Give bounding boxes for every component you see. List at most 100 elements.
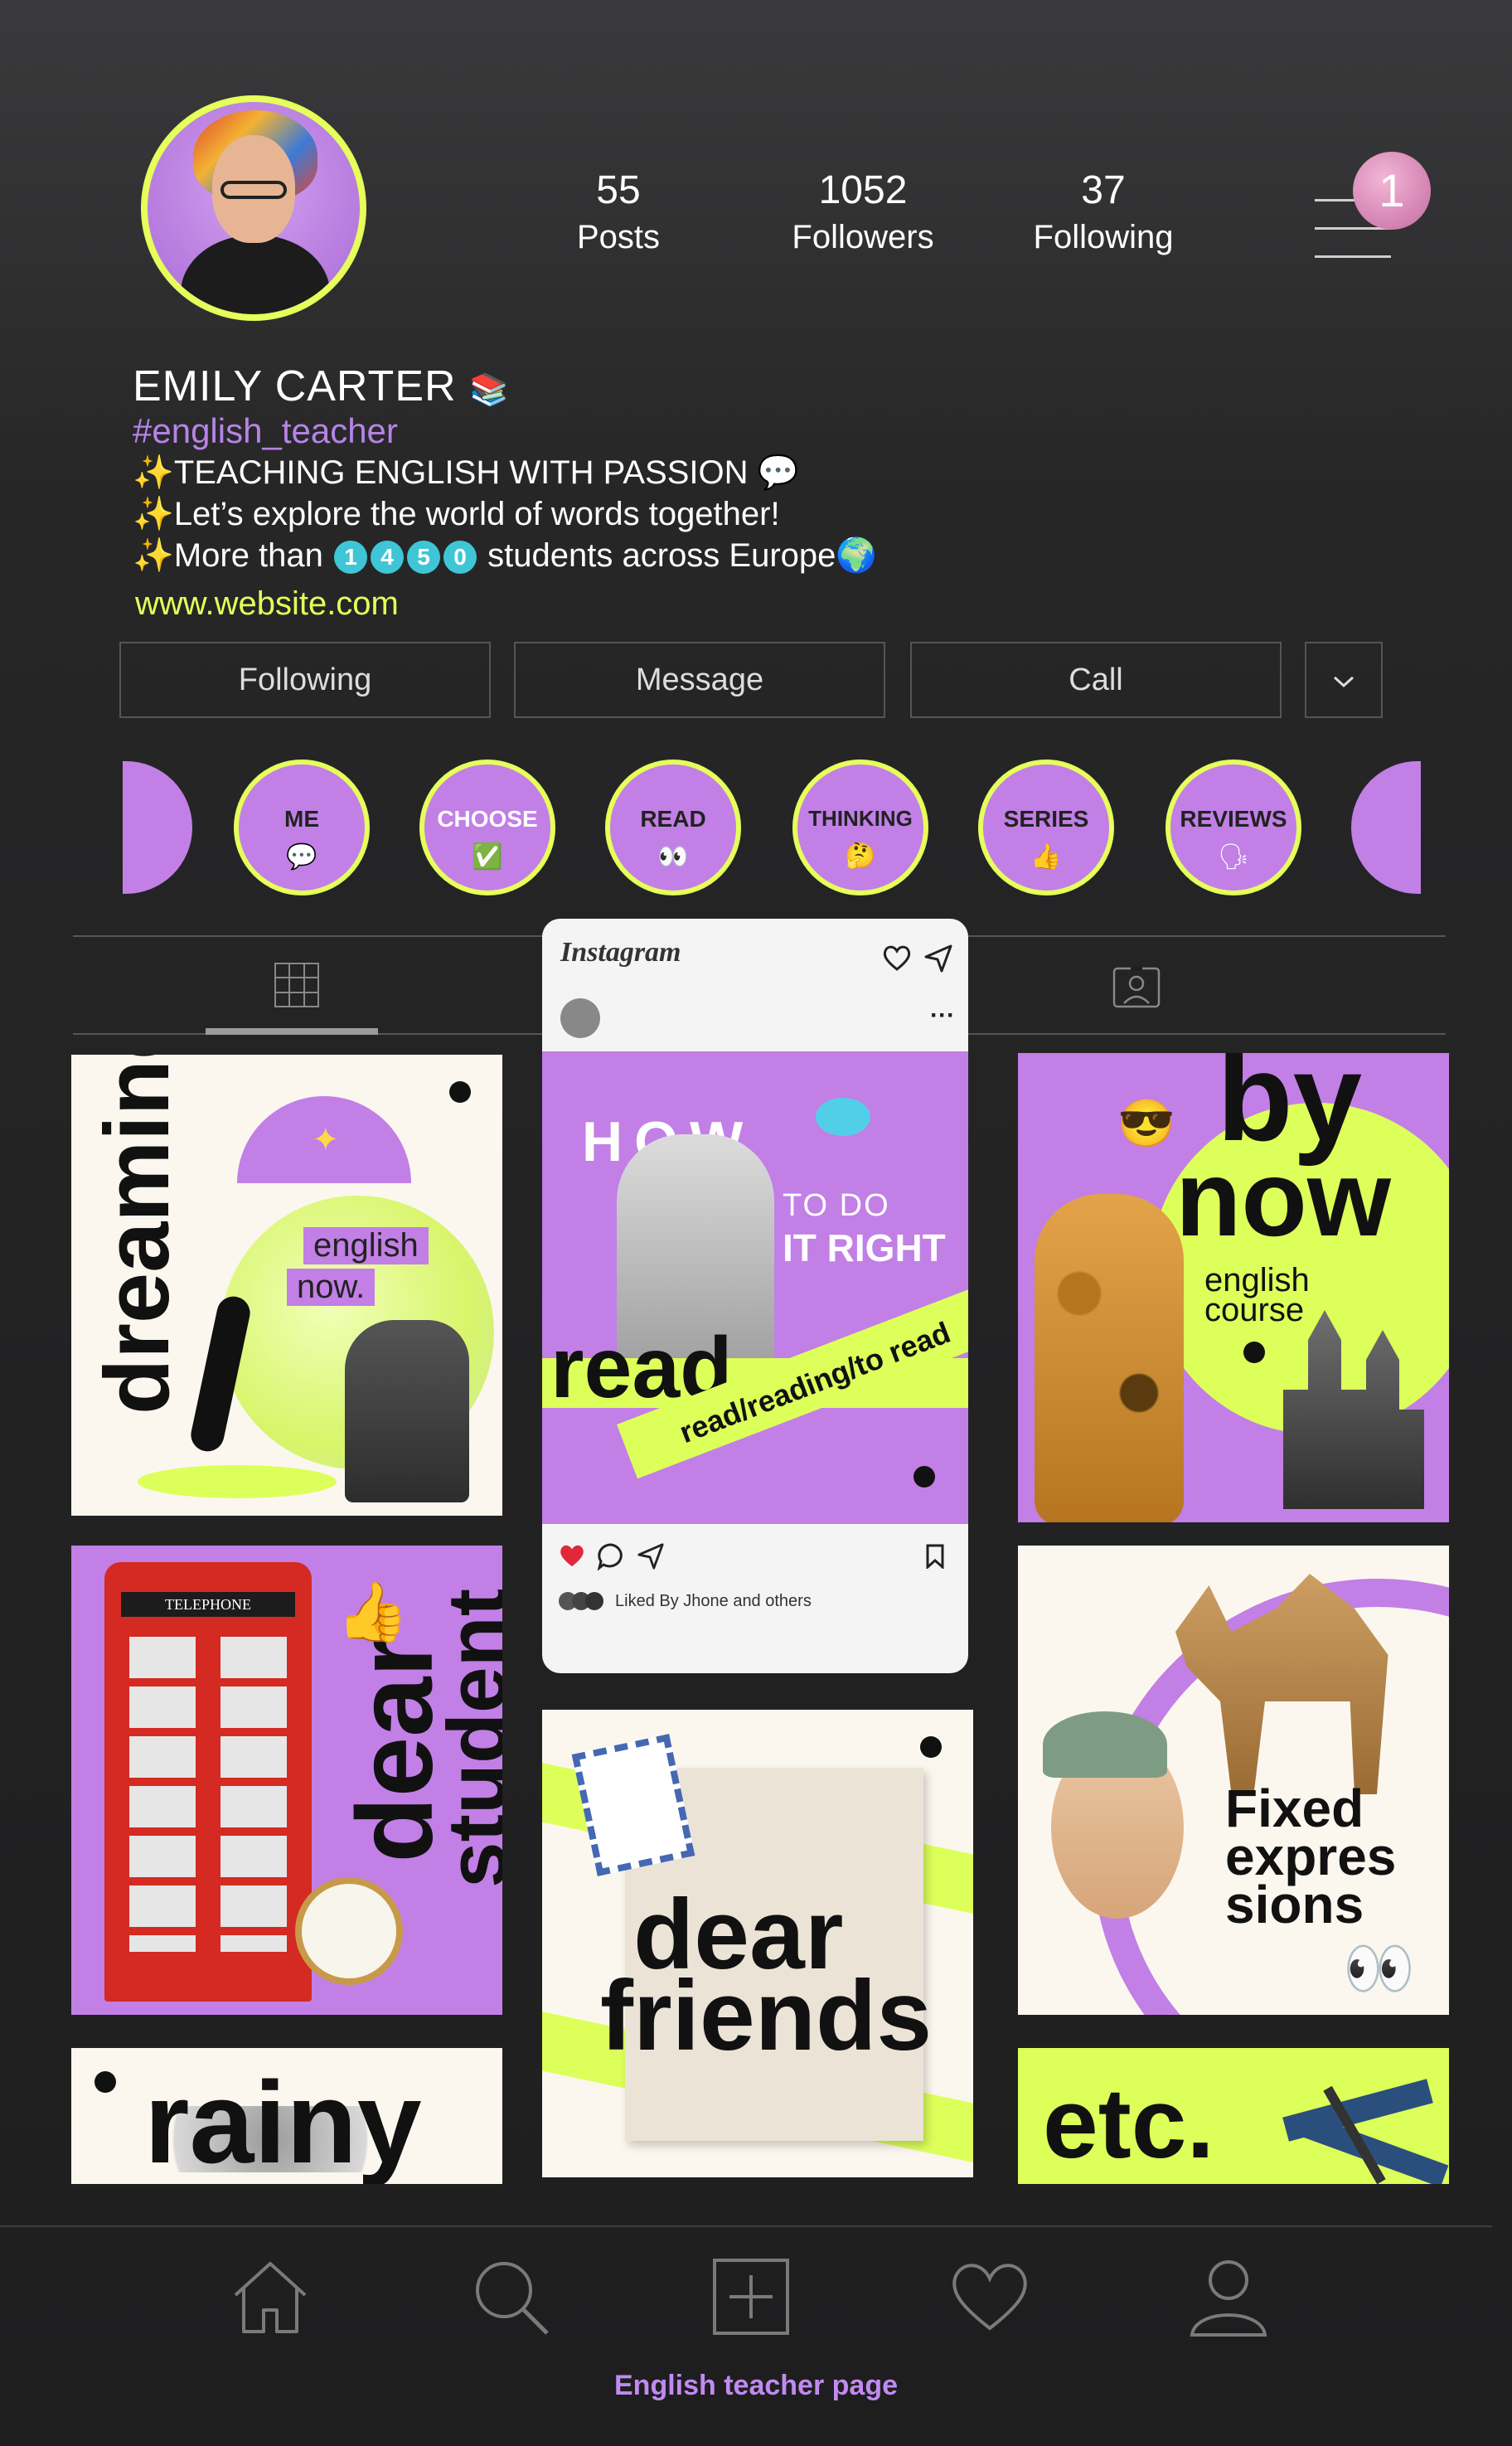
highlight-choose[interactable]: CHOOSE ✅ <box>419 760 555 895</box>
highlight-label: READ <box>640 806 706 832</box>
followers-label: Followers <box>792 219 934 255</box>
digit-badge: 4 <box>371 541 405 575</box>
by-text: by <box>1217 1053 1363 1167</box>
website-link[interactable]: www.website.com <box>135 585 399 623</box>
thumbs-up-icon: 👍 <box>1030 843 1062 871</box>
heart-icon[interactable] <box>948 2255 1031 2338</box>
bio-line-1-text: TEACHING ENGLISH WITH PASSION <box>173 454 749 491</box>
post-etc[interactable]: etc. <box>1018 2048 1449 2184</box>
highlight-label: SERIES <box>1003 806 1089 832</box>
thinking-face-icon: 🤔 <box>845 842 876 870</box>
now-label: now. <box>287 1269 376 1306</box>
post-fixed-expressions[interactable]: Fixed expres sions 👀 <box>1018 1546 1449 2015</box>
speaking-head-icon: 🗣 <box>1217 843 1250 871</box>
highlight-label: CHOOSE <box>437 806 538 832</box>
footer-caption: English teacher page <box>614 2370 898 2401</box>
highlight-partial-right[interactable] <box>1351 761 1421 894</box>
digit-badge: 1 <box>334 541 368 575</box>
more-dots-icon[interactable]: ··· <box>930 1002 955 1030</box>
digit-badge: 0 <box>443 541 477 575</box>
telephone-booth-image: TELEPHONE <box>104 1562 312 2002</box>
bio-line-1: ✨TEACHING ENGLISH WITH PASSION 💬 <box>133 453 798 492</box>
tagged-icon[interactable] <box>1112 963 1161 1008</box>
highlight-series[interactable]: SERIES 👍 <box>978 760 1114 895</box>
bio-line-3-pre: More than <box>173 537 323 574</box>
following-button[interactable]: Following <box>119 642 491 718</box>
fixed-text: Fixed <box>1225 1779 1364 1838</box>
globe-icon: 🌍 <box>836 537 878 574</box>
highlight-read[interactable]: READ 👀 <box>605 760 741 895</box>
post-rainy[interactable]: rainy <box>71 2048 502 2184</box>
check-icon: ✅ <box>472 843 503 871</box>
post-dreaming[interactable]: ✦ dreaming english now. <box>71 1055 502 1516</box>
bookmark-icon[interactable] <box>925 1544 948 1572</box>
bio-line-3: ✨More than 1450 students across Europe🌍 <box>133 536 877 575</box>
following-count: 37 <box>1081 168 1126 212</box>
highlight-label: THINKING <box>808 806 913 831</box>
stat-following[interactable]: 37 Following <box>1020 166 1186 259</box>
thinker-statue <box>345 1320 469 1502</box>
profile-icon[interactable] <box>1187 2255 1270 2338</box>
it-right-text: IT RIGHT <box>783 1226 946 1269</box>
english-label: english <box>303 1227 429 1264</box>
following-label: Following <box>1033 219 1174 255</box>
bio-line-3-post: students across Europe <box>487 537 836 574</box>
stat-followers[interactable]: 1052 Followers <box>780 166 946 259</box>
comment-icon[interactable] <box>597 1542 627 1572</box>
posts-label: Posts <box>576 219 661 255</box>
thumbs-up-icon: 👍 <box>337 1580 410 1644</box>
message-button[interactable]: Message <box>514 642 885 718</box>
send-icon[interactable] <box>923 944 957 977</box>
highlight-label: REVIEWS <box>1180 806 1287 832</box>
profile-avatar[interactable] <box>141 95 366 321</box>
highlight-partial-left[interactable] <box>123 761 192 894</box>
dreaming-text: dreaming <box>86 1055 188 1415</box>
add-post-icon[interactable] <box>710 2255 792 2338</box>
now-text: now <box>1175 1138 1391 1259</box>
bio-line-2-text: Let’s explore the world of words togethe… <box>173 496 780 532</box>
expres-text: expres <box>1225 1827 1397 1886</box>
liker-avatars <box>559 1592 608 1610</box>
course-text: course <box>1204 1292 1305 1328</box>
sparkle-icon: ✨ <box>133 496 174 532</box>
more-options-button[interactable] <box>1305 642 1383 718</box>
grid-icon[interactable] <box>274 962 320 1008</box>
dot-marker <box>94 2071 116 2093</box>
call-button[interactable]: Call <box>910 642 1282 718</box>
cloud-icon <box>816 1098 870 1136</box>
avatar-photo <box>148 102 360 314</box>
avatar[interactable] <box>560 998 600 1038</box>
profile-hashtag[interactable]: #english_teacher <box>133 411 398 451</box>
post-dear-student[interactable]: TELEPHONE dear student 👍 <box>71 1546 502 2015</box>
heart-icon[interactable] <box>882 944 915 977</box>
post-by-now[interactable]: by now english course 😎 <box>1018 1053 1449 1522</box>
friends-text: friends <box>600 1960 933 2071</box>
stat-posts[interactable]: 55 Posts <box>536 166 701 259</box>
profile-name: EMILY CARTER 📚 <box>133 362 509 411</box>
search-icon[interactable] <box>469 2255 552 2338</box>
sparkle-icon: ✦ <box>312 1122 340 1158</box>
sparkle-icon: ✨ <box>133 537 174 574</box>
post-dear-friends[interactable]: dear friends <box>542 1710 973 2177</box>
home-icon[interactable] <box>229 2255 312 2338</box>
notification-badge[interactable]: 1 <box>1353 152 1431 230</box>
dot-marker <box>920 1736 942 1758</box>
nav-divider <box>0 2225 1492 2227</box>
speech-bubble-icon: 💬 <box>757 454 799 491</box>
digit-badge: 5 <box>407 541 441 575</box>
rainy-text: rainy <box>144 2057 422 2184</box>
highlight-thinking[interactable]: THINKING 🤔 <box>792 760 928 895</box>
ground-shape <box>138 1465 337 1498</box>
sparkle-icon: ✨ <box>133 454 174 491</box>
liked-heart-icon[interactable] <box>557 1542 590 1572</box>
posts-count: 55 <box>596 168 641 212</box>
liked-by-text: Liked By Jhone and others <box>615 1592 812 1610</box>
dot-marker <box>914 1466 935 1487</box>
share-icon[interactable] <box>637 1542 666 1572</box>
featured-post-card[interactable]: Instagram ··· HOW TO DO IT RIGHT read re… <box>542 919 968 1673</box>
highlight-me[interactable]: ME 💬 <box>234 760 370 895</box>
student-text: student <box>430 1588 503 1889</box>
followers-count: 1052 <box>818 168 908 212</box>
highlight-reviews[interactable]: REVIEWS 🗣 <box>1166 760 1301 895</box>
booth-window-right <box>220 1637 287 1952</box>
